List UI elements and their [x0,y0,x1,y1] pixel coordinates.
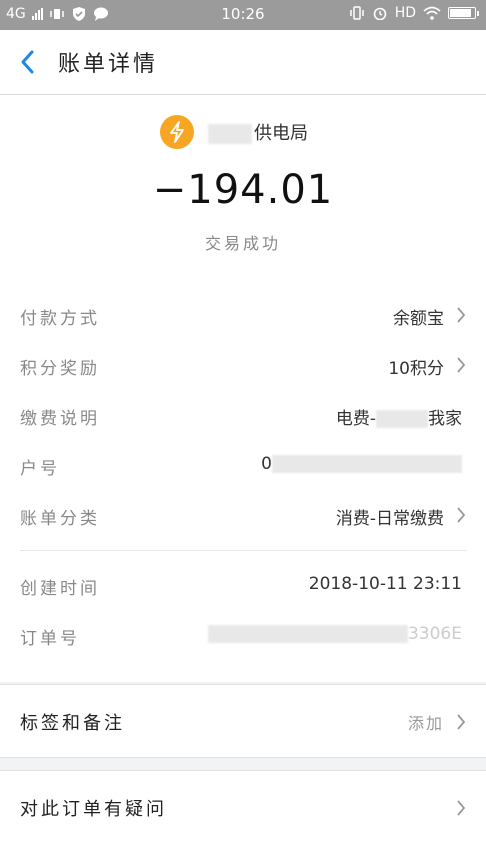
alarm-icon [373,7,386,20]
row-label: 缴费说明 [20,409,100,429]
transaction-status: 交易成功 [204,234,281,253]
row-created-time: 创建时间 2018-10-11 23:11 [0,560,486,610]
tags-notes-card[interactable]: 标签和备注 添加 [0,684,486,758]
row-value: 3306E [207,624,462,644]
hd-label: HD [394,5,416,21]
back-arrow-icon[interactable] [16,48,40,76]
vibrate-mode-icon [349,6,364,20]
chevron-right-icon [457,714,466,730]
lightning-icon [160,115,194,149]
row-value: 消费-日常缴费 [335,509,444,529]
amount: −194.01 [152,167,334,213]
card-title: 对此订单有疑问 [20,799,167,820]
row-value: 10积分 [388,359,444,379]
chevron-right-icon [457,307,466,323]
battery-icon [448,7,479,19]
chevron-right-icon [457,800,466,816]
divider [20,550,466,551]
row-bill-category[interactable]: 账单分类 消费-日常缴费 [0,490,486,540]
redacted-block [207,625,408,643]
chevron-right-icon [457,507,466,523]
row-value: 余额宝 [393,309,444,329]
add-tag-link[interactable]: 添加 [408,710,444,734]
row-account-number: 户号 0 [0,440,486,490]
merchant-name: 供电局 [208,119,308,145]
chevron-right-icon [457,357,466,373]
page-title: 账单详情 [58,52,159,77]
transaction-summary: 供电局 −194.01 交易成功 [0,95,486,270]
row-label: 付款方式 [20,309,100,329]
row-value: 2018-10-11 23:11 [308,574,462,594]
row-label: 积分奖励 [20,359,100,379]
row-payment-note: 缴费说明 电费- 我家 [0,390,486,440]
merchant[interactable]: 供电局 [160,115,308,149]
status-bar: 4G 10:26 HD [0,0,486,30]
row-label: 创建时间 [20,579,100,599]
row-order-number: 订单号 3306E [0,610,486,660]
row-value: 0 [261,454,462,474]
row-value: 电费- 我家 [335,409,462,429]
card-title: 标签和备注 [20,713,125,734]
row-points[interactable]: 积分奖励 10积分 [0,340,486,390]
row-label: 账单分类 [20,509,100,529]
row-label: 订单号 [20,629,80,649]
row-label: 户号 [20,459,60,479]
order-question-card[interactable]: 对此订单有疑问 [0,770,486,847]
row-payment-method[interactable]: 付款方式 余额宝 [0,290,486,340]
details-list: 付款方式 余额宝 积分奖励 10积分 缴费说明 电费- 我家 户号 0 账单分类 … [0,270,486,682]
redacted-block [376,410,428,428]
redacted-block [208,124,252,144]
redacted-block [272,455,462,473]
wifi-icon [423,6,441,20]
nav-header: 账单详情 [0,30,486,95]
